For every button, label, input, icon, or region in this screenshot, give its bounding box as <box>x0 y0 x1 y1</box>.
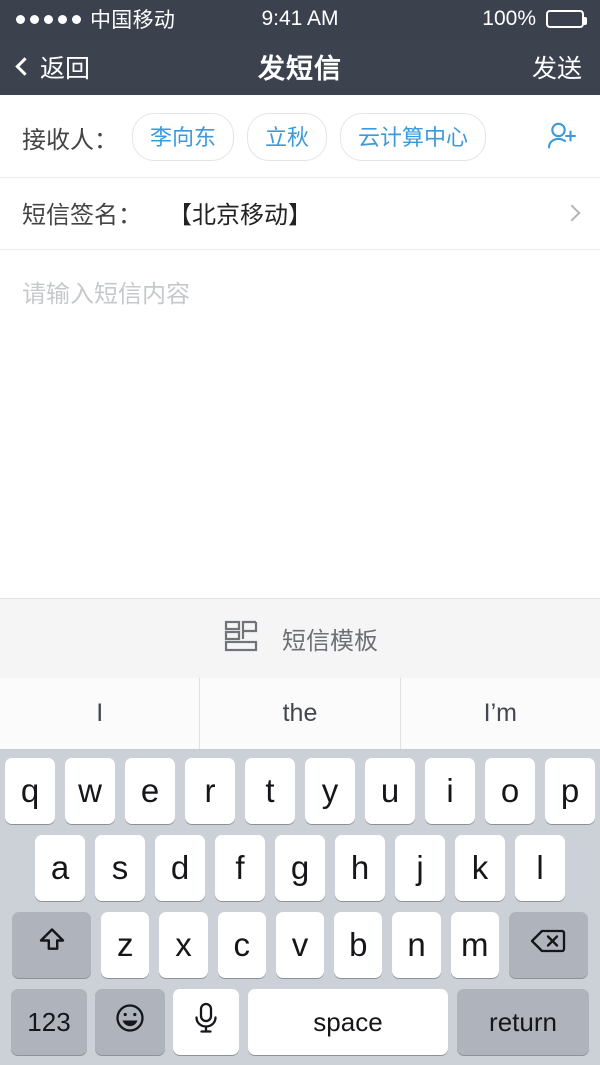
key-p[interactable]: p <box>545 758 595 824</box>
send-button[interactable]: 发送 <box>532 49 582 85</box>
key-j[interactable]: j <box>395 835 445 901</box>
key-c[interactable]: c <box>217 912 266 978</box>
phone-screen: 中国移动 9:41 AM 100% 返回 发短信 发送 接收人： 李向东 立秋 … <box>0 0 600 1065</box>
key-z[interactable]: z <box>101 912 150 978</box>
key-l[interactable]: l <box>515 835 565 901</box>
key-w[interactable]: w <box>65 758 115 824</box>
signature-label: 短信签名： <box>22 202 142 229</box>
keyboard-row-4: 123 space return <box>0 989 600 1055</box>
key-s[interactable]: s <box>95 835 145 901</box>
message-body-input[interactable]: 请输入短信内容 <box>0 250 600 598</box>
dictation-key[interactable] <box>173 989 239 1055</box>
signature-value: 【北京移动】 <box>168 202 312 229</box>
carrier-name: 中国移动 <box>90 9 176 32</box>
emoji-key[interactable] <box>95 989 165 1055</box>
key-u[interactable]: u <box>365 758 415 824</box>
battery-icon <box>546 10 587 28</box>
key-e[interactable]: e <box>125 758 175 824</box>
recipient-chip[interactable]: 立秋 <box>247 113 328 161</box>
sms-template-bar[interactable]: 短信模板 <box>0 598 600 678</box>
key-k[interactable]: k <box>455 835 505 901</box>
space-key[interactable]: space <box>248 989 448 1055</box>
chevron-right-icon <box>563 204 581 221</box>
battery-percent: 100% <box>482 7 536 30</box>
key-t[interactable]: t <box>245 758 295 824</box>
emoji-icon <box>112 1000 148 1044</box>
backspace-key[interactable] <box>508 912 588 978</box>
keyboard-row-3: z x c v b n m <box>0 912 600 978</box>
recipients-label: 接收人： <box>22 126 118 154</box>
key-n[interactable]: n <box>392 912 441 978</box>
keyboard-row-1: q w e r t y u i o p <box>0 758 600 824</box>
prediction-candidate[interactable]: I <box>0 678 199 749</box>
prediction-candidate[interactable]: the <box>199 678 399 749</box>
return-key[interactable]: return <box>457 989 589 1055</box>
sms-template-icon <box>222 617 260 660</box>
message-body-placeholder: 请输入短信内容 <box>22 281 190 308</box>
key-v[interactable]: v <box>275 912 325 978</box>
status-bar: 中国移动 9:41 AM 100% <box>0 0 600 38</box>
key-f[interactable]: f <box>215 835 265 901</box>
chevron-left-icon <box>15 56 34 76</box>
key-x[interactable]: x <box>159 912 208 978</box>
virtual-keyboard: q w e r t y u i o p a s d f g h j k l z … <box>0 750 600 1065</box>
key-q[interactable]: q <box>5 758 55 824</box>
recipient-chip[interactable]: 云计算中心 <box>340 113 487 161</box>
sms-template-label: 短信模板 <box>282 628 378 655</box>
key-r[interactable]: r <box>185 758 235 824</box>
key-m[interactable]: m <box>450 912 499 978</box>
shift-icon <box>35 924 69 966</box>
key-h[interactable]: h <box>335 835 385 901</box>
back-button-label: 返回 <box>40 54 91 83</box>
back-button[interactable]: 返回 <box>15 49 91 85</box>
microphone-icon <box>190 1000 222 1044</box>
key-y[interactable]: y <box>305 758 355 824</box>
prediction-candidate[interactable]: I’m <box>399 678 600 749</box>
key-g[interactable]: g <box>275 835 325 901</box>
status-bar-right: 100% <box>482 7 587 31</box>
key-i[interactable]: i <box>425 758 475 824</box>
add-person-icon[interactable] <box>540 115 584 159</box>
backspace-icon <box>528 925 568 965</box>
signal-strength-icon <box>16 14 81 24</box>
recipients-row: 接收人： 李向东 立秋 云计算中心 <box>0 95 600 178</box>
recipient-chip-list: 李向东 立秋 云计算中心 <box>132 113 534 161</box>
keyboard-row-2: a s d f g h j k l <box>0 835 600 901</box>
key-b[interactable]: b <box>334 912 383 978</box>
numeric-key[interactable]: 123 <box>11 989 87 1055</box>
signature-row[interactable]: 短信签名： 【北京移动】 <box>0 178 600 250</box>
navigation-bar: 返回 发短信 发送 <box>0 38 600 95</box>
key-o[interactable]: o <box>485 758 535 824</box>
compose-area: 接收人： 李向东 立秋 云计算中心 短信签名： 【北京移动】 请输入短信内容 <box>0 95 600 598</box>
recipient-chip[interactable]: 李向东 <box>132 113 235 161</box>
shift-key[interactable] <box>12 912 92 978</box>
status-bar-left: 中国移动 <box>16 4 175 34</box>
key-a[interactable]: a <box>35 835 85 901</box>
predictive-text-bar: I the I’m <box>0 678 600 750</box>
key-d[interactable]: d <box>155 835 205 901</box>
